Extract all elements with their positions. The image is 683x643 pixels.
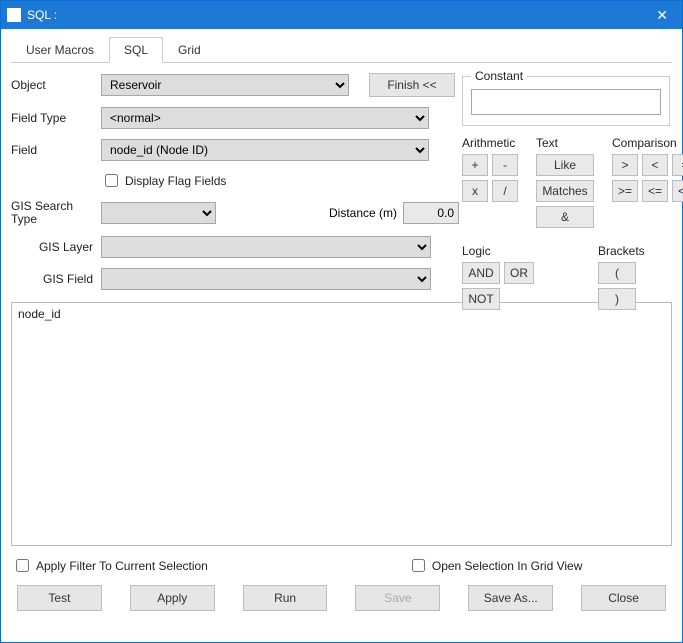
open-grid-checkbox[interactable]	[412, 559, 425, 572]
field-select[interactable]: node_id (Node ID)	[101, 139, 429, 161]
window-title: SQL :	[27, 8, 57, 22]
label-field-type: Field Type	[11, 111, 101, 125]
constant-input[interactable]	[471, 89, 661, 115]
display-flag-check[interactable]: Display Flag Fields	[101, 171, 226, 190]
tab-sql[interactable]: SQL	[109, 37, 163, 63]
op-mul[interactable]: x	[462, 180, 488, 202]
tab-user-macros[interactable]: User Macros	[11, 37, 109, 63]
gis-search-type-select[interactable]	[101, 202, 216, 224]
save-button[interactable]: Save	[355, 585, 440, 611]
apply-button[interactable]: Apply	[130, 585, 215, 611]
sql-editor[interactable]: node_id	[11, 302, 672, 546]
label-comparison: Comparison	[612, 136, 683, 150]
field-type-select[interactable]: <normal>	[101, 107, 429, 129]
apply-filter-checkbox[interactable]	[16, 559, 29, 572]
apply-filter-check[interactable]: Apply Filter To Current Selection	[12, 556, 208, 575]
gis-layer-select[interactable]	[101, 236, 431, 258]
tab-bar: User Macros SQL Grid	[11, 37, 672, 63]
op-div[interactable]: /	[492, 180, 518, 202]
op-like[interactable]: Like	[536, 154, 594, 176]
label-brackets: Brackets	[598, 244, 645, 258]
titlebar: SQL : ✕	[1, 1, 682, 29]
op-neq[interactable]: <>	[672, 180, 683, 202]
op-eq[interactable]: =	[672, 154, 683, 176]
object-select[interactable]: Reservoir	[101, 74, 349, 96]
label-gis-layer: GIS Layer	[11, 240, 101, 254]
op-lparen[interactable]: (	[598, 262, 636, 284]
gis-field-select[interactable]	[101, 268, 431, 290]
label-distance: Distance (m)	[329, 206, 397, 220]
label-gis-search-type: GIS Search Type	[11, 200, 101, 226]
open-grid-check[interactable]: Open Selection In Grid View	[408, 556, 583, 575]
label-field: Field	[11, 143, 101, 157]
test-button[interactable]: Test	[17, 585, 102, 611]
label-text: Text	[536, 136, 594, 150]
op-or[interactable]: OR	[504, 262, 534, 284]
display-flag-checkbox[interactable]	[105, 174, 118, 187]
op-lt[interactable]: <	[642, 154, 668, 176]
label-logic: Logic	[462, 244, 534, 258]
constant-group: Constant	[462, 69, 670, 126]
label-arithmetic: Arithmetic	[462, 136, 518, 150]
close-icon[interactable]: ✕	[648, 7, 676, 24]
op-not[interactable]: NOT	[462, 288, 500, 310]
label-object: Object	[11, 78, 101, 92]
tab-grid[interactable]: Grid	[163, 37, 216, 63]
distance-input[interactable]	[403, 202, 459, 224]
op-gte[interactable]: >=	[612, 180, 638, 202]
label-gis-field: GIS Field	[11, 272, 101, 286]
app-icon	[7, 8, 21, 22]
close-button[interactable]: Close	[581, 585, 666, 611]
op-matches[interactable]: Matches	[536, 180, 594, 202]
finish-button[interactable]: Finish <<	[369, 73, 455, 97]
op-minus[interactable]: -	[492, 154, 518, 176]
run-button[interactable]: Run	[243, 585, 328, 611]
op-and[interactable]: AND	[462, 262, 500, 284]
op-gt[interactable]: >	[612, 154, 638, 176]
save-as-button[interactable]: Save As...	[468, 585, 553, 611]
op-plus[interactable]: +	[462, 154, 488, 176]
op-amp[interactable]: &	[536, 206, 594, 228]
op-rparen[interactable]: )	[598, 288, 636, 310]
label-constant: Constant	[471, 69, 527, 83]
op-lte[interactable]: <=	[642, 180, 668, 202]
